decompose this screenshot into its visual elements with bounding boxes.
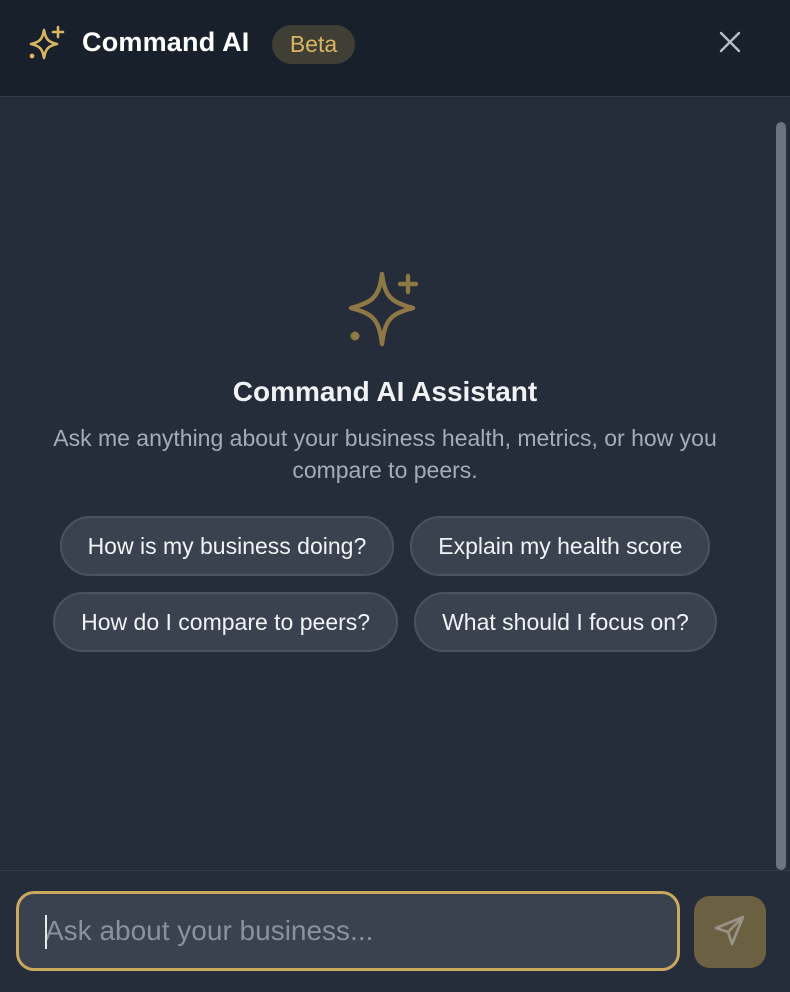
sparkles-icon [345,270,425,350]
close-button[interactable] [710,24,750,64]
text-caret [45,915,47,949]
assistant-title: Command AI Assistant [232,376,538,407]
suggestion-chip[interactable]: Explain my health score [410,516,711,576]
panel-title: Command AI [82,27,250,57]
suggestion-row: How is my business doing? Explain my hea… [0,516,770,576]
suggestion-chip[interactable]: How do I compare to peers? [53,592,399,652]
send-icon [713,913,747,952]
send-button[interactable] [694,896,766,968]
beta-badge: Beta [272,25,355,64]
command-ai-panel: Command AI Beta Command AI Assistant Ask… [0,0,790,992]
suggestion-chips: How is my business doing? Explain my hea… [0,516,770,668]
suggestion-chip[interactable]: What should I focus on? [414,592,717,652]
panel-header: Command AI Beta [0,0,790,97]
suggestion-chip[interactable]: How is my business doing? [59,516,395,576]
message-input[interactable] [19,894,677,968]
messages-scrollbar[interactable] [774,122,788,870]
scrollbar-thumb[interactable] [776,122,786,870]
assistant-description: Ask me anything about your business heal… [53,425,717,483]
sparkles-icon [26,24,66,64]
composer [0,870,790,992]
suggestion-row: How do I compare to peers? What should I… [0,592,770,652]
message-input-wrapper [16,891,680,971]
empty-state: Command AI Assistant Ask me anything abo… [0,260,770,486]
close-icon [718,30,742,59]
